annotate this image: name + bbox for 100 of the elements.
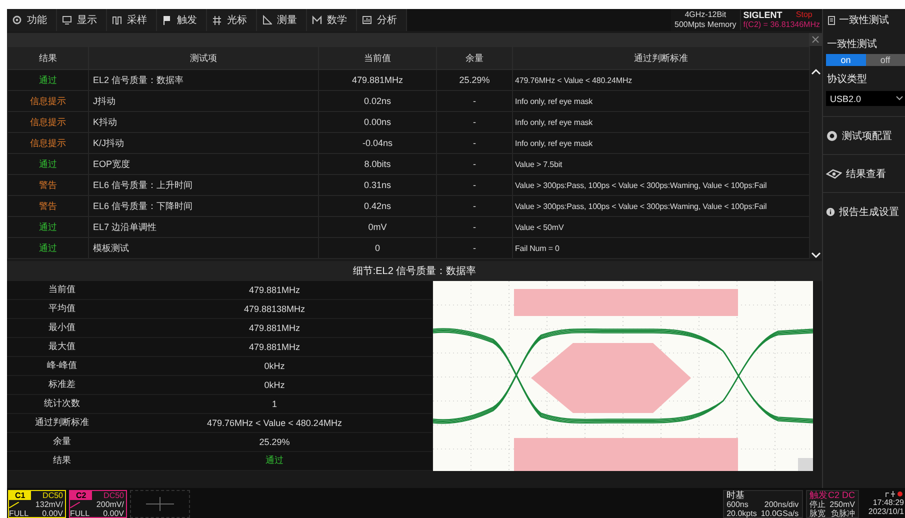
stat-value: 479.88138MHz	[117, 299, 432, 318]
test-item-cell: EOP宽度	[88, 154, 318, 174]
slope-icon	[70, 502, 80, 508]
toggle-option[interactable]: off	[866, 54, 905, 66]
trigger-polarity: 负脉冲	[830, 509, 855, 518]
value-cell: -0.04ns	[318, 132, 436, 154]
criterion-cell: Info only, ref eye mask	[512, 112, 810, 132]
column-header: 测试项	[88, 46, 318, 70]
menu-tab[interactable]: 采样	[107, 9, 157, 31]
run-state: Stop	[796, 10, 814, 20]
result-cell: 通过	[8, 216, 88, 238]
chart-box-icon	[362, 15, 372, 25]
menu-tab[interactable]: 测量	[257, 9, 307, 31]
stat-value: 479.881MHz	[117, 318, 432, 338]
test-item-cell: K/J抖动	[88, 132, 318, 154]
timebase-title: 时基	[726, 491, 746, 500]
column-header: 结果	[8, 46, 88, 70]
result-cell: 信息提示	[8, 90, 88, 112]
hash-icon	[212, 15, 222, 25]
test-item-cell: EL7 边沿单调性	[88, 216, 318, 238]
toggle-option[interactable]: on	[826, 54, 866, 66]
stat-value: 479.76MHz < Value < 480.24MHz	[117, 413, 432, 432]
column-header: 余量	[436, 46, 512, 70]
menu-tab[interactable]: 分析	[357, 9, 407, 31]
slope-icon	[9, 502, 19, 508]
trigger-title: 触发	[810, 491, 828, 500]
bandwidth-text: FULL	[70, 509, 91, 518]
protocol-dropdown[interactable]: USB2.0	[826, 91, 905, 106]
info-icon	[826, 206, 835, 218]
margin-cell: 25.29%	[436, 70, 512, 90]
m-wave-icon	[312, 15, 322, 25]
stat-label: 平均值	[7, 299, 117, 318]
time-scale-text: 200ns/div	[763, 500, 799, 509]
margin-cell: -	[436, 90, 512, 112]
coupling-text: DC50	[104, 491, 125, 500]
margin-cell: -	[436, 216, 512, 238]
menu-tab[interactable]: 触发	[157, 9, 207, 31]
waveform-icon	[112, 15, 122, 25]
margin-cell: -	[436, 238, 512, 258]
test-item-cell: K抖动	[88, 112, 318, 132]
menu-tab[interactable]: 数学	[307, 9, 357, 31]
criterion-cell: Info only, ref eye mask	[512, 132, 810, 154]
scroll-up-icon[interactable]	[811, 68, 821, 76]
value-cell: 0.02ns	[318, 90, 436, 112]
scale-text: 132mV/	[35, 500, 63, 509]
channel-label: C1	[9, 491, 32, 500]
result-cell: 通过	[8, 238, 88, 258]
stat-value: 479.881MHz	[117, 281, 432, 300]
frequency-readout: f(C2) = 36.81346MHz	[743, 20, 820, 30]
criterion-cell: Value < 50mV	[512, 216, 810, 238]
criterion-cell: Value > 300ps:Pass, 100ps < Value < 300ps:Waming, Value < 100ps:Fail	[512, 196, 810, 216]
value-cell: 0mV	[318, 216, 436, 238]
monitor-icon	[62, 15, 72, 25]
stat-label: 最小值	[7, 318, 117, 338]
channel-panel[interactable]: C2 DC50 200mV/ FULL 0.00V	[69, 490, 127, 518]
offset-text: 0.00V	[103, 509, 125, 518]
flag-icon	[162, 15, 172, 25]
channel-panel[interactable]: C1 DC50 132mV/ FULL 0.00V	[8, 490, 66, 518]
stat-label: 最大值	[7, 337, 117, 356]
eye-icon	[826, 168, 842, 180]
margin-cell: -	[436, 174, 512, 196]
test-item-cell: EL6 信号质量：下降时间	[88, 196, 318, 216]
test-item-cell: J抖动	[88, 90, 318, 112]
result-cell: 信息提示	[8, 132, 88, 154]
test-item-cell: 模板测试	[88, 238, 318, 258]
stat-value: 479.881MHz	[117, 337, 432, 356]
test-item-cell: EL2 信号质量：数据率	[88, 70, 318, 90]
stat-value: 0kHz	[117, 356, 432, 376]
triangle-ruler-icon	[262, 15, 272, 25]
value-cell: 0.31ns	[318, 174, 436, 196]
scroll-down-icon[interactable]	[811, 251, 821, 259]
stat-value: 25.29%	[117, 432, 432, 452]
document-icon	[828, 16, 835, 24]
chevron-down-icon	[896, 96, 903, 101]
sample-rate-text: 10.0GSa/s	[760, 509, 799, 518]
trigger-mode: 停止	[810, 500, 826, 509]
column-header: 当前值	[318, 46, 436, 70]
stat-label: 当前值	[7, 281, 117, 300]
value-cell: 0.00ns	[318, 112, 436, 132]
menu-tab[interactable]: 显示	[57, 9, 107, 31]
memory-text: 500Mpts Memory	[674, 20, 736, 30]
plus-icon[interactable]	[146, 497, 174, 511]
value-cell: 479.881MHz	[318, 70, 436, 90]
brand-text: SIGLENT	[743, 10, 784, 20]
trigger-source: C2 DC	[828, 491, 855, 500]
field-label: 协议类型	[826, 72, 868, 87]
value-cell: 0	[318, 238, 436, 258]
trigger-type: 脉宽	[810, 509, 826, 518]
scale-text: 200mV/	[96, 500, 124, 509]
stat-label: 通过判断标准	[7, 413, 117, 432]
stat-value: 通过	[117, 451, 432, 470]
close-icon[interactable]	[809, 33, 822, 46]
stat-label: 结果	[7, 451, 117, 470]
app-button[interactable]: 一致性测试	[822, 9, 905, 31]
clock-date: 2023/10/1	[868, 507, 904, 516]
result-cell: 信息提示	[8, 112, 88, 132]
menu-tab[interactable]: 功能	[7, 9, 57, 31]
offset-text: 0.00V	[42, 509, 64, 518]
spec-text: 4GHz-12Bit	[684, 10, 728, 20]
menu-tab[interactable]: 光标	[207, 9, 257, 31]
